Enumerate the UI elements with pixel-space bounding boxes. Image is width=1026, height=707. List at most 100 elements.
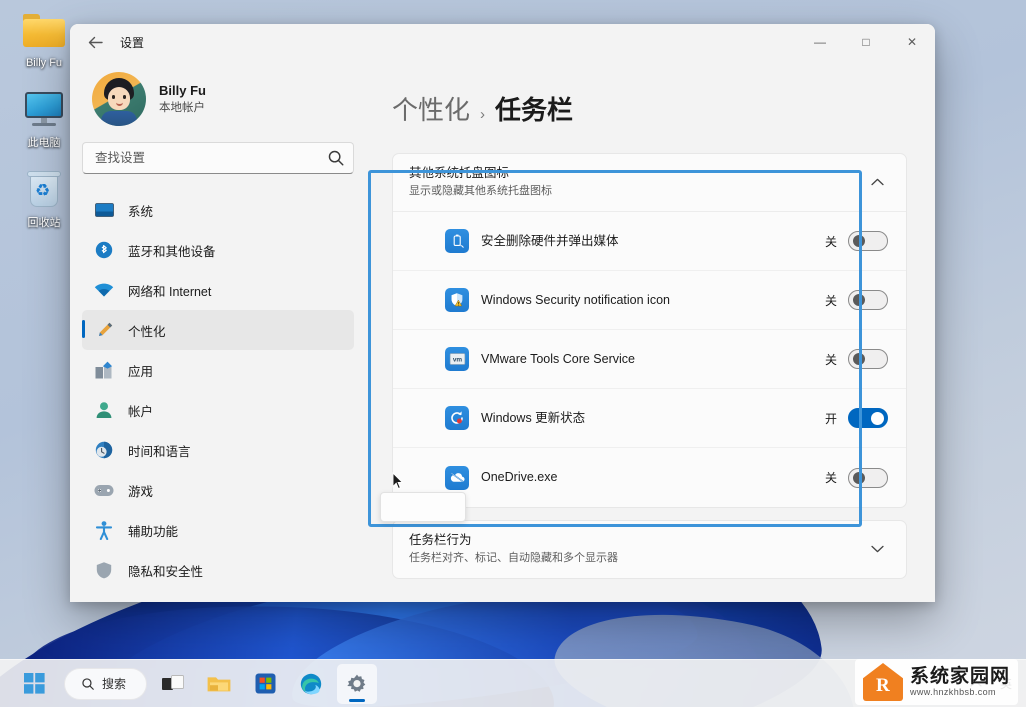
accessibility-icon <box>94 520 114 540</box>
microsoft-edge-button[interactable] <box>291 664 331 704</box>
file-explorer-button[interactable] <box>199 664 239 704</box>
tray-row: OneDrive.exe 关 <box>393 448 906 507</box>
account-name: Billy Fu <box>159 83 206 98</box>
windows-security-icon <box>445 288 469 312</box>
tray-row: vm VMware Tools Core Service 关 <box>393 330 906 389</box>
tray-item-name: Windows Security notification icon <box>481 292 670 307</box>
sidebar-item-gaming[interactable]: 游戏 <box>82 470 354 510</box>
account-section[interactable]: Billy Fu 本地帐户 <box>82 60 354 142</box>
onedrive-icon <box>445 465 469 490</box>
sidebar-item-personalization[interactable]: 个性化 <box>82 310 354 350</box>
settings-taskbar-button[interactable] <box>337 663 378 704</box>
edge-icon <box>300 673 322 694</box>
window-titlebar: 设置 — □ ✕ <box>70 24 935 60</box>
sidebar: Billy Fu 本地帐户 查找设置 系统 蓝牙和其他设备 网络和 Intern… <box>70 60 366 602</box>
start-button[interactable] <box>14 664 54 704</box>
task-view-icon <box>162 674 184 690</box>
tray-item-name: OneDrive.exe <box>481 470 558 484</box>
gaming-icon <box>94 480 114 500</box>
minimize-button[interactable]: — <box>797 24 843 60</box>
settings-window: 设置 — □ ✕ Billy Fu 本地帐户 查找设置 系统 蓝牙和其他设备 网… <box>70 24 935 602</box>
tray-row: 安全删除硬件并弹出媒体 关 <box>393 212 906 271</box>
tray-item-state: 关 <box>824 234 837 249</box>
search-input[interactable] <box>95 151 327 165</box>
sidebar-item-accounts[interactable]: 帐户 <box>82 390 354 430</box>
sidebar-item-label: 蓝牙和其他设备 <box>128 244 216 259</box>
sidebar-item-time-language[interactable]: 时间和语言 <box>82 430 354 470</box>
other-tray-icons-header[interactable]: 其他系统托盘图标 显示或隐藏其他系统托盘图标 <box>393 154 906 211</box>
watermark-title: 系统家园网 <box>909 666 1010 687</box>
search-box[interactable] <box>82 142 354 174</box>
sidebar-item-privacy[interactable]: 隐私和安全性 <box>82 550 354 590</box>
vmware-tools-icon: vm <box>445 347 469 371</box>
sidebar-item-label: 应用 <box>128 364 154 379</box>
taskbar-behavior-card[interactable]: 任务栏行为 任务栏对齐、标记、自动隐藏和多个显示器 <box>392 520 907 579</box>
other-tray-icons-card: 其他系统托盘图标 显示或隐藏其他系统托盘图标 安全删除硬件并弹出媒体 关 Win… <box>392 153 907 508</box>
sidebar-item-label: 网络和 Internet <box>128 284 212 299</box>
back-arrow-icon[interactable] <box>80 28 110 56</box>
sidebar-item-label: 帐户 <box>128 404 154 419</box>
tray-item-state: 关 <box>824 352 837 367</box>
tray-row: Windows Security notification icon 关 <box>393 271 906 330</box>
sidebar-nav: 系统 蓝牙和其他设备 网络和 Internet 个性化 应用 帐户 时间和语言 … <box>82 190 354 590</box>
sidebar-item-label: 个性化 <box>128 324 166 339</box>
tray-item-toggle[interactable] <box>848 349 888 369</box>
tray-item-name: Windows 更新状态 <box>481 410 586 425</box>
system-icon <box>94 200 114 220</box>
privacy-icon <box>94 560 114 580</box>
card-title: 其他系统托盘图标 <box>409 166 510 180</box>
sidebar-item-apps[interactable]: 应用 <box>82 350 354 390</box>
account-type: 本地帐户 <box>159 102 205 114</box>
microsoft-store-button[interactable] <box>245 664 285 704</box>
mouse-cursor-icon <box>392 472 404 490</box>
watermark-url: www.hnzkhbsb.com <box>909 687 996 697</box>
card-subtitle: 显示或隐藏其他系统托盘图标 <box>409 185 552 197</box>
tray-item-toggle[interactable] <box>848 290 888 310</box>
close-button[interactable]: ✕ <box>889 24 935 60</box>
chevron-down-icon[interactable] <box>864 536 890 562</box>
card-title: 任务栏行为 <box>409 533 472 547</box>
window-title: 设置 <box>120 35 145 50</box>
breadcrumb-separator: › <box>480 106 486 123</box>
sidebar-item-label: 游戏 <box>128 484 154 499</box>
svg-text:vm: vm <box>452 357 462 364</box>
watermark: R 系统家园网 www.hnzkhbsb.com <box>854 659 1018 705</box>
network-icon <box>94 280 114 300</box>
window-controls: — □ ✕ <box>797 24 935 60</box>
card-subtitle: 任务栏对齐、标记、自动隐藏和多个显示器 <box>409 552 618 564</box>
time-language-icon <box>94 440 114 460</box>
search-icon <box>328 150 344 166</box>
tray-item-toggle[interactable] <box>848 467 888 488</box>
tray-item-state: 关 <box>824 293 837 308</box>
sidebar-item-network[interactable]: 网络和 Internet <box>82 270 354 310</box>
sidebar-item-label: 时间和语言 <box>128 444 191 459</box>
tooltip-fragment <box>380 492 466 522</box>
settings-gear-icon <box>347 674 366 692</box>
maximize-button[interactable]: □ <box>843 24 889 60</box>
tray-item-name: VMware Tools Core Service <box>481 351 635 366</box>
apps-icon <box>94 360 114 380</box>
sidebar-item-system[interactable]: 系统 <box>82 190 354 230</box>
tray-row: Windows 更新状态 开 <box>393 389 906 448</box>
avatar <box>92 72 146 126</box>
chevron-up-icon[interactable] <box>864 169 890 195</box>
personalization-icon <box>94 320 114 340</box>
sidebar-item-bluetooth[interactable]: 蓝牙和其他设备 <box>82 230 354 270</box>
tray-item-toggle[interactable] <box>848 231 888 251</box>
tray-item-toggle[interactable] <box>848 408 888 428</box>
tray-item-state: 关 <box>824 471 837 485</box>
sidebar-item-label: 辅助功能 <box>128 524 179 539</box>
taskbar-search-button[interactable]: 搜索 <box>64 667 148 700</box>
task-view-button[interactable] <box>153 664 193 704</box>
taskbar-behavior-header[interactable]: 任务栏行为 任务栏对齐、标记、自动隐藏和多个显示器 <box>393 521 906 578</box>
sidebar-item-accessibility[interactable]: 辅助功能 <box>82 510 354 550</box>
microsoft-store-icon <box>255 673 276 694</box>
tray-icons-list: 安全删除硬件并弹出媒体 关 Windows Security notificat… <box>393 211 906 507</box>
main-pane: 个性化 › 任务栏 其他系统托盘图标 显示或隐藏其他系统托盘图标 安全删除硬件并… <box>366 60 935 602</box>
page-title: 任务栏 <box>495 95 574 125</box>
watermark-logo-icon: R <box>862 663 903 701</box>
breadcrumb-parent[interactable]: 个性化 <box>392 90 470 127</box>
tray-item-state: 开 <box>824 411 837 426</box>
accounts-icon <box>94 400 114 420</box>
sidebar-item-label: 隐私和安全性 <box>128 564 204 579</box>
